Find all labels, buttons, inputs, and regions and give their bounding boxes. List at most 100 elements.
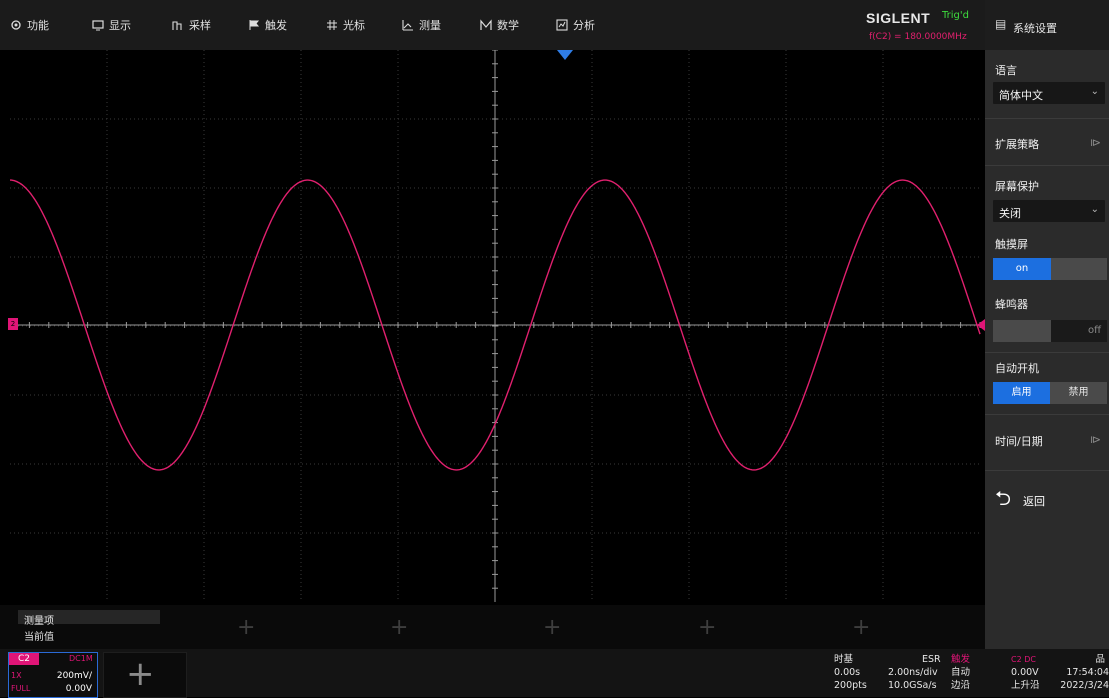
menu-list-icon: ▤ — [995, 17, 1007, 31]
return-arrow-icon: ⮌ — [995, 486, 1012, 510]
menu-measure[interactable]: 测量 — [402, 14, 441, 36]
timebase-title: 时基 — [834, 654, 854, 665]
chevron-right-icon: ⧐ — [1090, 433, 1101, 446]
language-dropdown[interactable]: 简体中文 ⌄ — [993, 82, 1105, 104]
frequency-counter: f(C2) = 180.0000MHz — [869, 32, 967, 42]
chevron-down-icon: ⌄ — [1090, 204, 1099, 215]
chevron-down-icon: ⌄ — [1090, 86, 1099, 97]
add-channel-button[interactable]: + — [103, 652, 187, 698]
measurement-item-label: 测量项 — [24, 616, 54, 627]
trigger-level: 0.00V — [1011, 667, 1039, 678]
analysis-icon — [556, 19, 568, 31]
menu-label: 功能 — [27, 19, 49, 32]
trigger-source: C2 DC — [1011, 655, 1036, 664]
trigger-panel[interactable]: 触发 C2 DC 自动 0.00V 边沿 上升沿 — [951, 653, 1051, 692]
back-label: 返回 — [1023, 495, 1046, 508]
menu-label: 测量 — [419, 19, 441, 32]
brand-logo: SIGLENT — [866, 10, 931, 26]
menu-cursor[interactable]: 光标 — [326, 14, 365, 36]
screen-saver-value: 关闭 — [999, 207, 1021, 220]
auto-power-label: 自动开机 — [995, 362, 1039, 375]
trigger-type: 边沿 — [951, 680, 971, 691]
trigger-slope: 上升沿 — [1011, 680, 1040, 691]
measurement-value-label: 当前值 — [24, 632, 54, 643]
panel-header: ▤ 系统设置 — [985, 0, 1109, 50]
measure-icon — [402, 19, 414, 31]
language-value: 简体中文 — [999, 89, 1043, 102]
menu-label: 显示 — [109, 19, 131, 32]
trigger-mode-row: 自动 0.00V — [951, 666, 1051, 679]
top-menu-bar: 功能 显示 采样 触发 光标 测量 数学 分析 SIGLENT Trig'd f… — [0, 0, 985, 50]
measurement-bar: 测量项 当前值 + + + + + — [0, 605, 985, 649]
clock-time: 17:54:04 — [1066, 667, 1109, 678]
network-icon: 品 — [1095, 654, 1105, 665]
timebase-points-row: 200pts 10.0GSa/s — [834, 679, 944, 692]
timebase-mode: ESR — [922, 654, 941, 665]
divider — [985, 414, 1109, 415]
timebase-points: 200pts — [834, 680, 867, 691]
add-measurement-slot[interactable]: + — [852, 615, 870, 640]
touchscreen-label: 触摸屏 — [995, 238, 1028, 251]
timebase-scale: 2.00ns/div — [888, 667, 938, 678]
channel-name: C2 — [9, 653, 39, 665]
menu-label: 采样 — [189, 19, 211, 32]
waveform-display[interactable] — [0, 50, 985, 605]
menu-label: 数学 — [497, 19, 519, 32]
toggle-on-state: on — [993, 258, 1051, 280]
datetime-item[interactable]: 时间/日期 — [995, 433, 1105, 449]
back-button[interactable]: ⮌ 返回 — [995, 486, 1105, 514]
clock-panel: 品 17:54:04 2022/3/24 — [1052, 653, 1109, 692]
timebase-delay-row: 0.00s 2.00ns/div — [834, 666, 944, 679]
add-measurement-slot[interactable]: + — [698, 615, 716, 640]
channel-offset: 0.00V — [65, 684, 92, 694]
menu-label: 分析 — [573, 19, 595, 32]
trigger-title-row: 触发 C2 DC — [951, 653, 1051, 666]
channel-offset-marker[interactable]: 2 — [8, 318, 18, 330]
trigger-type-row: 边沿 上升沿 — [951, 679, 1051, 692]
add-measurement-slot[interactable]: + — [543, 615, 561, 640]
flag-icon — [248, 19, 260, 31]
auto-power-segmented: 启用 禁用 — [993, 382, 1107, 404]
menu-function[interactable]: 功能 — [10, 14, 49, 36]
trigger-position-marker[interactable] — [557, 50, 573, 60]
menu-label: 触发 — [265, 19, 287, 32]
chevron-right-icon: ⧐ — [1090, 136, 1101, 149]
menu-analysis[interactable]: 分析 — [556, 14, 595, 36]
add-measurement-slot[interactable]: + — [390, 615, 408, 640]
divider — [985, 165, 1109, 166]
bandwidth-limit: FULL — [11, 684, 31, 693]
menu-acquire[interactable]: 采样 — [172, 14, 211, 36]
screen-saver-dropdown[interactable]: 关闭 ⌄ — [993, 200, 1105, 222]
clock-date: 2022/3/24 — [1060, 680, 1109, 691]
auto-power-enable-button[interactable]: 启用 — [993, 382, 1050, 404]
divider — [985, 470, 1109, 471]
acquire-icon — [172, 19, 184, 31]
divider — [985, 118, 1109, 119]
add-measurement-slot[interactable]: + — [237, 615, 255, 640]
plus-icon: + — [126, 654, 155, 694]
extend-strategy-label: 扩展策略 — [995, 138, 1039, 151]
timebase-rate: 10.0GSa/s — [888, 680, 937, 691]
probe-ratio: 1X — [11, 671, 22, 680]
menu-display[interactable]: 显示 — [92, 14, 131, 36]
beeper-label: 蜂鸣器 — [995, 298, 1028, 311]
waveform-grid — [9, 50, 981, 602]
toggle-off-state: off — [1051, 320, 1107, 342]
menu-math[interactable]: 数学 — [480, 14, 519, 36]
status-bar: C2 DC1M 1X 200mV/ FULL 0.00V + 时基 ESR 0.0… — [0, 649, 1109, 698]
trigger-mode: 自动 — [951, 667, 971, 678]
menu-trigger[interactable]: 触发 — [248, 14, 287, 36]
timebase-panel[interactable]: 时基 ESR 0.00s 2.00ns/div 200pts 10.0GSa/s — [834, 653, 944, 692]
trigger-title: 触发 — [951, 654, 971, 665]
beeper-toggle[interactable]: off — [993, 320, 1107, 342]
channel-c2-box[interactable]: C2 DC1M 1X 200mV/ FULL 0.00V — [8, 652, 98, 698]
datetime-label: 时间/日期 — [995, 435, 1043, 448]
system-settings-panel: ▤ 系统设置 语言 简体中文 ⌄ 扩展策略 ⧐ 屏幕保护 关闭 ⌄ 触摸屏 on… — [985, 0, 1109, 649]
touchscreen-toggle[interactable]: on — [993, 258, 1107, 280]
auto-power-disable-button[interactable]: 禁用 — [1050, 382, 1107, 404]
timebase-delay: 0.00s — [834, 667, 861, 678]
channel-scale: 200mV/ — [56, 671, 92, 681]
extend-strategy-item[interactable]: 扩展策略 — [995, 136, 1105, 152]
language-label: 语言 — [995, 64, 1017, 77]
trigger-level-marker[interactable] — [977, 319, 985, 331]
